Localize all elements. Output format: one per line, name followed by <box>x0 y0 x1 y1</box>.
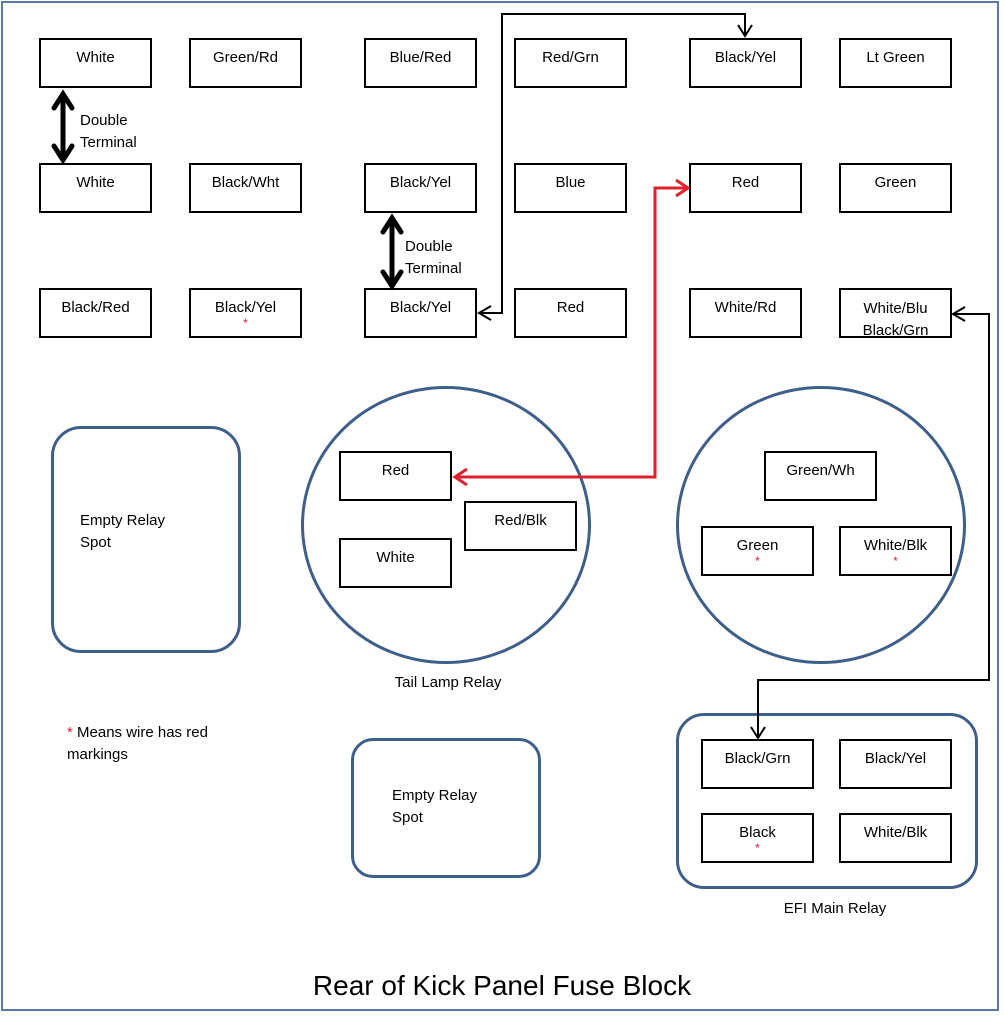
connector-black-yel <box>477 13 753 321</box>
connector-lines <box>51 13 990 740</box>
connector-red <box>452 178 691 487</box>
connector-black-grn <box>750 306 990 740</box>
double-terminal-arrow-1 <box>51 89 75 165</box>
double-terminal-arrow-2 <box>380 213 404 291</box>
